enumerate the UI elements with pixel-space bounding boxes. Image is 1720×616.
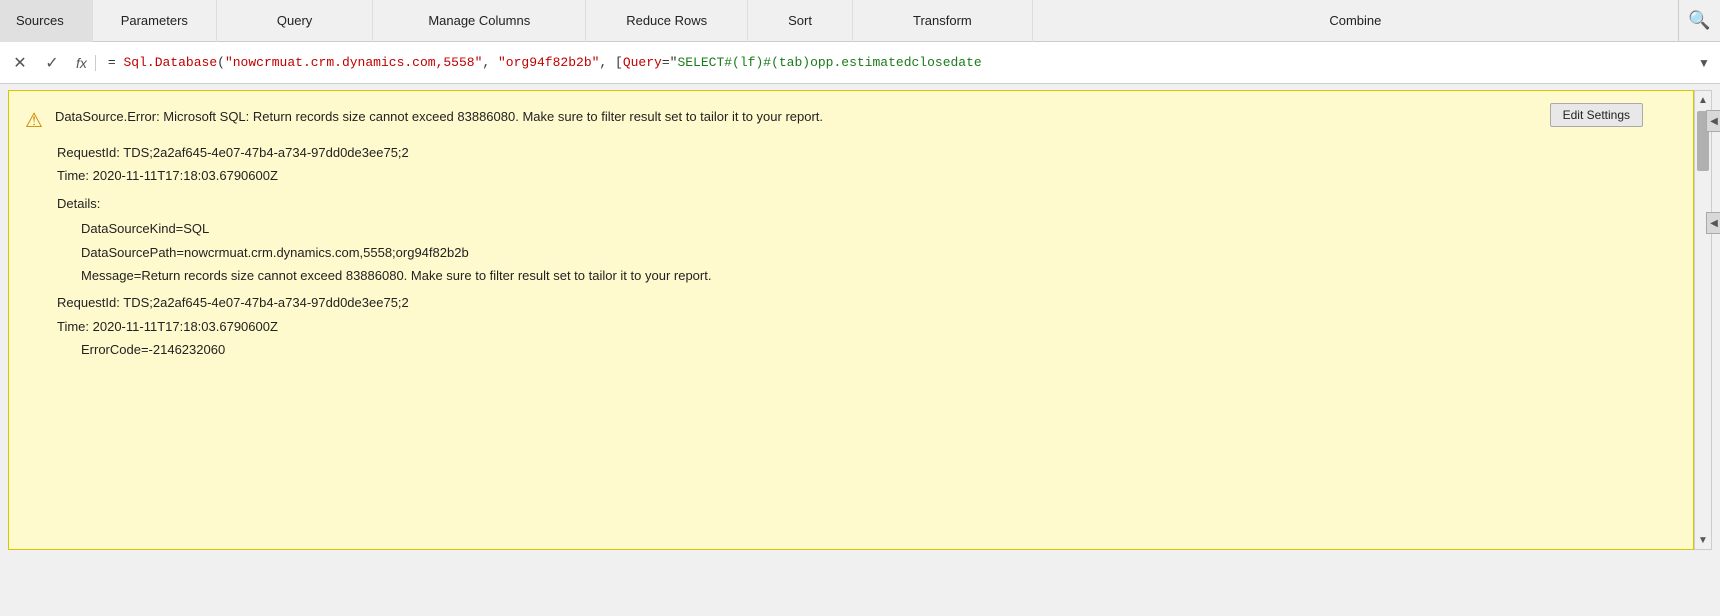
error-details-label: Details: [57, 192, 1673, 215]
error-error-code: ErrorCode=-2146232060 [81, 338, 1673, 361]
error-container: Edit Settings ⚠ DataSource.Error: Micros… [8, 90, 1712, 550]
error-main-message: DataSource.Error: Microsoft SQL: Return … [55, 107, 823, 127]
expand-icon: ▼ [1698, 56, 1710, 70]
scroll-down-button[interactable]: ▼ [1694, 531, 1712, 549]
main-content: Edit Settings ⚠ DataSource.Error: Micros… [0, 90, 1720, 550]
ribbon-item-manage-columns-label: Manage Columns [428, 13, 530, 28]
formula-cancel-button[interactable]: ✕ [4, 47, 36, 79]
error-time-2: Time: 2020-11-11T17:18:03.6790600Z [57, 315, 1673, 338]
edit-settings-label: Edit Settings [1563, 108, 1630, 122]
scroll-up-button[interactable]: ▲ [1694, 91, 1712, 109]
error-time-1: Time: 2020-11-11T17:18:03.6790600Z [57, 164, 1673, 187]
ribbon-item-reduce-rows[interactable]: Reduce Rows [586, 0, 748, 42]
ribbon-item-transform-label: Transform [913, 13, 972, 28]
ribbon-item-sources[interactable]: Sources [0, 0, 93, 42]
edit-settings-button[interactable]: Edit Settings [1550, 103, 1643, 127]
ribbon-item-combine-label: Combine [1329, 13, 1381, 28]
ribbon-item-sort[interactable]: Sort [748, 0, 853, 42]
ribbon-item-reduce-rows-label: Reduce Rows [626, 13, 707, 28]
formula-expand-button[interactable]: ▼ [1692, 47, 1716, 79]
scroll-up-icon: ▲ [1698, 95, 1708, 106]
formula-text: = Sql.Database("nowcrmuat.crm.dynamics.c… [104, 55, 1692, 70]
formula-bar: ✕ ✓ fx = Sql.Database("nowcrmuat.crm.dyn… [0, 42, 1720, 84]
error-request-id-2: RequestId: TDS;2a2af645-4e07-47b4-a734-9… [57, 291, 1673, 314]
ribbon-nav: Sources Parameters Query Manage Columns … [0, 0, 1720, 42]
ribbon-item-combine[interactable]: Combine [1033, 0, 1678, 42]
ribbon-item-transform[interactable]: Transform [853, 0, 1033, 42]
ribbon-item-manage-columns[interactable]: Manage Columns [373, 0, 586, 42]
ribbon-item-sources-label: Sources [16, 13, 64, 28]
side-collapse-buttons: ◀ ◀ [1706, 110, 1720, 234]
ribbon-item-sort-label: Sort [788, 13, 812, 28]
ribbon-item-parameters-label: Parameters [121, 13, 188, 28]
warning-icon: ⚠ [25, 108, 43, 133]
formula-confirm-button[interactable]: ✓ [36, 47, 68, 79]
collapse-top-button[interactable]: ◀ [1706, 110, 1720, 132]
error-panel: Edit Settings ⚠ DataSource.Error: Micros… [8, 90, 1694, 550]
ribbon-item-query[interactable]: Query [217, 0, 373, 42]
collapse-bottom-button[interactable]: ◀ [1706, 212, 1720, 234]
error-request-id-1: RequestId: TDS;2a2af645-4e07-47b4-a734-9… [57, 141, 1673, 164]
ribbon-item-query-label: Query [277, 13, 312, 28]
search-icon[interactable]: 🔍 [1678, 0, 1720, 42]
error-header: ⚠ DataSource.Error: Microsoft SQL: Retur… [25, 107, 1673, 133]
cancel-icon: ✕ [13, 53, 26, 73]
error-data-source-kind: DataSourceKind=SQL [81, 217, 1673, 240]
error-data-source-path: DataSourcePath=nowcrmuat.crm.dynamics.co… [81, 241, 1673, 264]
error-message-detail: Message=Return records size cannot excee… [81, 264, 1673, 287]
confirm-icon: ✓ [45, 53, 58, 73]
fx-label: fx [68, 55, 96, 71]
scroll-down-icon: ▼ [1698, 535, 1708, 546]
error-body: RequestId: TDS;2a2af645-4e07-47b4-a734-9… [57, 141, 1673, 362]
ribbon-item-parameters[interactable]: Parameters [93, 0, 217, 42]
